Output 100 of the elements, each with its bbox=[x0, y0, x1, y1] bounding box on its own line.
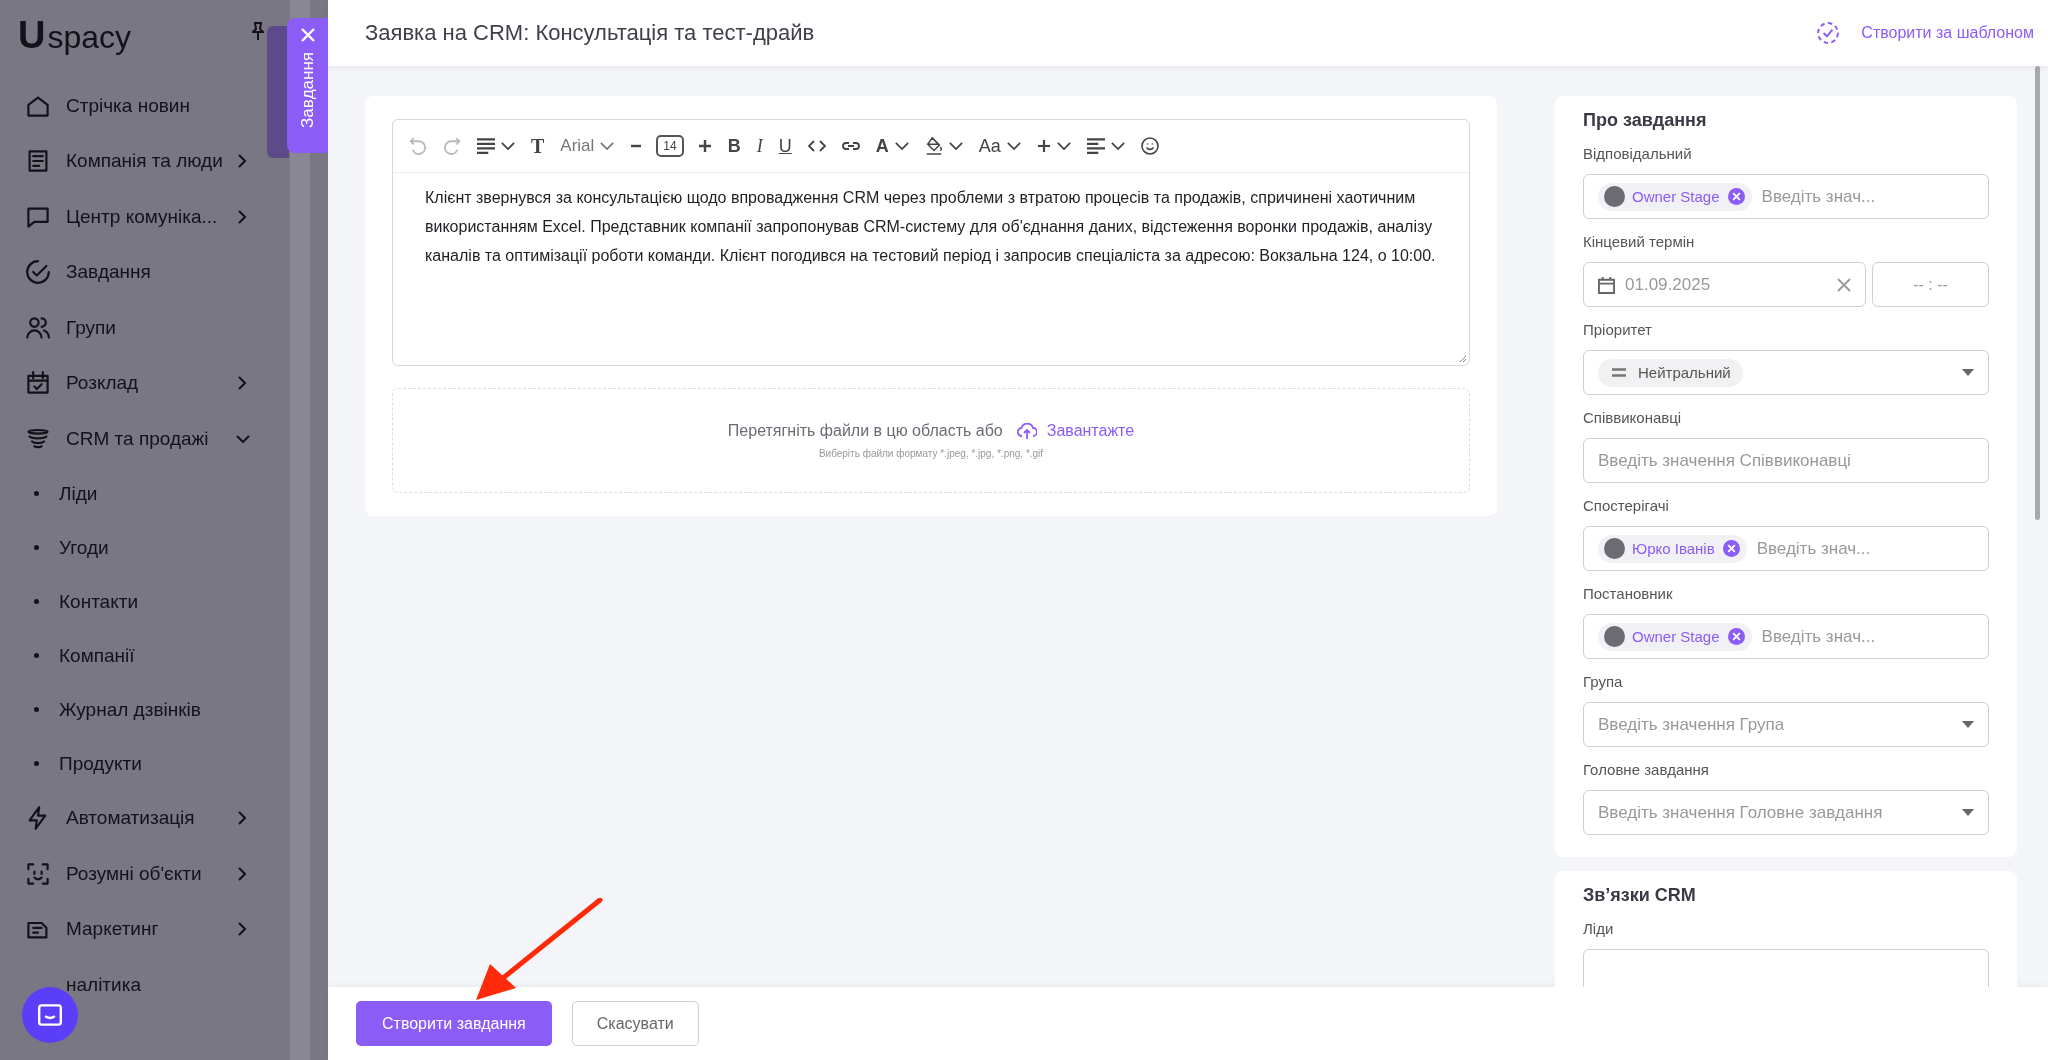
date-field[interactable]: 01.09.2025 bbox=[1583, 262, 1866, 307]
chat-icon bbox=[38, 1004, 62, 1026]
menu-icon bbox=[26, 149, 50, 174]
logo-mark: U bbox=[18, 14, 46, 57]
logo-text: spacy bbox=[47, 19, 132, 56]
text-field[interactable] bbox=[1583, 949, 1989, 987]
font-dropdown[interactable]: Arial bbox=[554, 130, 621, 162]
sidebar-item[interactable]: налітика bbox=[0, 957, 280, 1013]
bold-button[interactable]: B bbox=[721, 130, 747, 162]
card-title: Зв’язки CRM bbox=[1583, 885, 1697, 906]
caret-icon bbox=[948, 142, 963, 150]
menu-icon bbox=[26, 371, 50, 396]
sidebar-item[interactable]: Автоматизація bbox=[0, 790, 280, 846]
field-label: Відповідальний bbox=[1583, 145, 1693, 162]
person-chip[interactable]: Юрко Іванів bbox=[1598, 534, 1747, 563]
priority-chip: Нейтральний bbox=[1598, 358, 1743, 387]
sidebar-item[interactable]: Завдання bbox=[0, 244, 280, 300]
tab-label: Завдання bbox=[297, 52, 318, 128]
sidebar-item[interactable]: Центр комуніка... bbox=[0, 189, 280, 245]
menu-icon bbox=[26, 861, 50, 886]
sidebar-item[interactable]: Розклад bbox=[0, 355, 280, 411]
sidebar-subitem[interactable]: Журнал дзвінків bbox=[0, 682, 280, 737]
cancel-button[interactable]: Скасувати bbox=[571, 1001, 699, 1046]
description-text: Клієнт звернувся за консультацією щодо впровадження CRM через проблеми з втратою процесів та продажів, спричинені хаотичним використанням Excel. Представник компанії запропонував CRM-систему для об'єднання даних, відстеження воронки продажів, аналізу каналів та оптимізації роботи команди. Клієнт погодився на тестовий період і запросив спеціаліста за адресою: Вокзальна 124, о 10:00. bbox=[425, 188, 1437, 266]
field-label: Постановник bbox=[1583, 585, 1674, 602]
field-label: Спостерігачі bbox=[1583, 497, 1670, 514]
calendar-icon bbox=[1598, 275, 1615, 294]
sidebar-item[interactable]: Стрічка новин bbox=[0, 78, 280, 134]
field-label: Група bbox=[1583, 673, 1624, 690]
chevron-icon bbox=[238, 209, 246, 224]
caret-icon bbox=[600, 142, 615, 150]
sidebar-subitem[interactable]: Угоди bbox=[0, 520, 280, 575]
underline-button[interactable]: U bbox=[772, 130, 798, 162]
dashed-check-icon bbox=[1817, 22, 1840, 44]
sidebar-item[interactable]: Маркетинг bbox=[0, 901, 280, 957]
lines-icon bbox=[477, 137, 495, 155]
remove-icon[interactable] bbox=[1727, 188, 1745, 205]
caret-icon bbox=[1962, 721, 1974, 728]
template-link[interactable]: Створити за шаблоном bbox=[1817, 22, 2034, 44]
menu-icon bbox=[26, 426, 50, 451]
select-field[interactable]: Введіть значення Головне завдання bbox=[1583, 790, 1989, 835]
priority-select[interactable]: Нейтральний bbox=[1583, 350, 1989, 395]
sidebar-item[interactable]: Групи bbox=[0, 300, 280, 356]
chevron-icon bbox=[238, 154, 246, 169]
page-title: Заявка на CRM: Консультація та тест-драйв bbox=[365, 20, 815, 46]
remove-icon[interactable] bbox=[1727, 628, 1745, 645]
remove-icon[interactable] bbox=[1722, 540, 1740, 557]
sidebar-subitem[interactable]: Контакти bbox=[0, 574, 280, 629]
clear-icon[interactable] bbox=[1837, 277, 1851, 292]
redo-icon bbox=[443, 137, 461, 155]
font-size-field[interactable]: 14 bbox=[656, 135, 684, 157]
person-chip[interactable]: Owner Stage bbox=[1598, 622, 1752, 651]
field-label: Пріоритет bbox=[1583, 321, 1653, 338]
people-field[interactable]: Owner Stage Введіть знач... bbox=[1583, 174, 1989, 219]
people-field[interactable]: Юрко Іванів Введіть знач... bbox=[1583, 526, 1989, 571]
close-icon[interactable] bbox=[300, 28, 315, 42]
italic-button[interactable]: I bbox=[750, 130, 769, 162]
caret-icon bbox=[1006, 142, 1021, 150]
upload-cloud-icon bbox=[1016, 422, 1037, 440]
card-title: Про завдання bbox=[1583, 110, 1708, 131]
file-format-hint: Виберіть файли формату *.jpeg, *.jpg, *.png, *.gif bbox=[818, 448, 1044, 459]
field-label: Кінцевий термін bbox=[1583, 233, 1696, 250]
text-case-dropdown[interactable]: Aa bbox=[972, 130, 1027, 162]
person-chip[interactable]: Owner Stage bbox=[1598, 182, 1752, 211]
caret-icon bbox=[1962, 809, 1974, 816]
resize-handle-icon[interactable] bbox=[1459, 355, 1467, 363]
chevron-icon bbox=[238, 866, 246, 881]
file-dropzone[interactable]: Перетягніть файли в цю область або Завантажте Виберіть файли формату *.jpeg, *.jpg, *.png, *.gif bbox=[392, 388, 1470, 493]
upload-link[interactable]: Завантажте bbox=[1016, 422, 1135, 440]
caret-icon bbox=[501, 142, 515, 150]
sidebar-item[interactable]: Розумні об'єкти bbox=[0, 846, 280, 902]
chevron-icon bbox=[238, 811, 246, 826]
text-editor[interactable] bbox=[392, 119, 1470, 366]
sidebar-item[interactable]: Компанія та люди bbox=[0, 133, 280, 189]
sidebar-item[interactable]: CRM та продажі bbox=[0, 411, 280, 467]
plus-icon bbox=[1036, 139, 1051, 153]
align-left-icon bbox=[1086, 137, 1105, 155]
font-color-dropdown[interactable]: A bbox=[869, 130, 915, 162]
select-field[interactable]: Введіть значення Група bbox=[1583, 702, 1989, 747]
caret-icon bbox=[1056, 142, 1071, 150]
undo-icon bbox=[409, 137, 427, 155]
sidebar-subitem[interactable]: Ліди bbox=[0, 466, 280, 521]
sidebar-subitem[interactable]: Продукти bbox=[0, 736, 280, 791]
avatar bbox=[1604, 626, 1625, 647]
field-label: Співвиконавці bbox=[1583, 409, 1683, 426]
text-field[interactable]: Введіть значення Співвиконавці bbox=[1583, 438, 1989, 483]
minus-icon bbox=[630, 144, 643, 148]
time-field[interactable]: -- : -- bbox=[1872, 262, 1989, 307]
dropzone-text: Перетягніть файли в цю область або bbox=[727, 422, 1003, 440]
text-style-button[interactable]: T bbox=[525, 130, 551, 162]
pin-icon[interactable] bbox=[252, 22, 264, 41]
caret-icon bbox=[1110, 142, 1125, 150]
scrollbar[interactable] bbox=[2035, 66, 2040, 520]
side-tab[interactable]: Завдання bbox=[287, 18, 328, 153]
avatar bbox=[1604, 538, 1625, 559]
paint-bucket-icon bbox=[924, 137, 943, 155]
menu-icon bbox=[26, 315, 50, 340]
create-task-button[interactable]: Створити завдання bbox=[356, 1001, 552, 1046]
people-field[interactable]: Owner Stage Введіть знач... bbox=[1583, 614, 1989, 659]
sidebar-subitem[interactable]: Компанії bbox=[0, 628, 280, 683]
